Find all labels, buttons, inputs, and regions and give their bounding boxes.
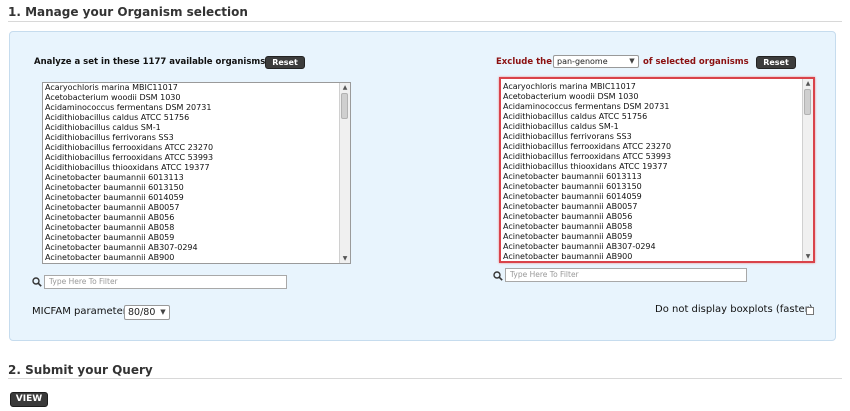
view-button[interactable]: VIEW	[10, 392, 48, 407]
organism-option[interactable]: Acidithiobacillus caldus ATCC 51756	[45, 113, 350, 123]
chevron-down-icon: ▼	[629, 57, 635, 65]
organism-option[interactable]: Acinetobacter baumannii AB0057	[45, 203, 350, 213]
organism-option[interactable]: Acidithiobacillus thiooxidans ATCC 19377	[503, 162, 813, 172]
organism-option[interactable]: Acinetobacter baumannii AB059	[45, 233, 350, 243]
exclude-label: Exclude the	[496, 57, 552, 67]
left-reset-button[interactable]: Reset	[265, 56, 305, 69]
micfam-select[interactable]: 80/80 ▼	[124, 305, 170, 320]
organism-option[interactable]: Acinetobacter baumannii 6013113	[45, 173, 350, 183]
organism-option[interactable]: Acinetobacter baumannii AB900	[45, 253, 350, 263]
organism-option[interactable]: Acinetobacter baumannii 6013113	[503, 172, 813, 182]
right-reset-button[interactable]: Reset	[756, 56, 796, 69]
organism-option[interactable]: Acinetobacter baumannii AB058	[503, 222, 813, 232]
organism-option[interactable]: Acetobacterium woodii DSM 1030	[503, 92, 813, 102]
boxplots-label: Do not display boxplots (faster)	[655, 304, 813, 315]
section-title-manage: 1. Manage your Organism selection	[8, 5, 248, 19]
search-icon	[493, 271, 503, 281]
available-organisms-items: Acaryochloris marina MBIC11017 Acetobacte…	[43, 83, 350, 263]
right-filter-input[interactable]: Type Here To Filter	[505, 268, 747, 282]
scroll-thumb[interactable]	[341, 93, 348, 119]
section-divider	[8, 21, 842, 22]
right-list-scrollbar[interactable]: ▲ ▼	[802, 79, 813, 261]
scroll-thumb[interactable]	[804, 89, 811, 115]
organism-option[interactable]: Acidaminococcus fermentans DSM 20731	[45, 103, 350, 113]
organism-option[interactable]: Acinetobacter baumannii 6013150	[45, 183, 350, 193]
excluded-organisms-list[interactable]: Acaryochloris marina MBIC11017 Acetobacte…	[499, 77, 815, 263]
organism-option[interactable]: Acinetobacter baumannii AB307-0294	[503, 242, 813, 252]
organism-option[interactable]: Acidithiobacillus ferrooxidans ATCC 2327…	[503, 142, 813, 152]
organism-option[interactable]: Acinetobacter baumannii AB307-0294	[45, 243, 350, 253]
organism-option[interactable]: Acinetobacter baumannii AB0057	[503, 202, 813, 212]
genome-type-select[interactable]: pan-genome ▼	[553, 55, 639, 68]
scroll-down-icon[interactable]: ▼	[340, 254, 350, 263]
chevron-down-icon: ▼	[160, 308, 166, 316]
analyze-set-label: Analyze a set in these 1177 available or…	[34, 57, 266, 67]
organism-option[interactable]: Acidithiobacillus ferrooxidans ATCC 5399…	[45, 153, 350, 163]
scroll-up-icon[interactable]: ▲	[340, 83, 350, 92]
boxplots-checkbox[interactable]	[806, 307, 814, 315]
organism-option[interactable]: Acinetobacter baumannii 6013150	[503, 182, 813, 192]
micfam-value: 80/80	[128, 307, 156, 318]
organism-option[interactable]: Acinetobacter baumannii 6014059	[503, 192, 813, 202]
organism-option[interactable]: Acinetobacter baumannii AB058	[45, 223, 350, 233]
organism-option[interactable]: Acinetobacter baumannii AB059	[503, 232, 813, 242]
left-filter-input[interactable]: Type Here To Filter	[44, 275, 287, 289]
left-list-scrollbar[interactable]: ▲ ▼	[339, 83, 350, 263]
excluded-organisms-items: Acaryochloris marina MBIC11017 Acetobacte…	[501, 79, 813, 261]
organism-option[interactable]: Acidaminococcus fermentans DSM 20731	[503, 102, 813, 112]
available-organisms-list[interactable]: Acaryochloris marina MBIC11017 Acetobacte…	[42, 82, 351, 264]
organism-option[interactable]: Acaryochloris marina MBIC11017	[503, 82, 813, 92]
selected-organisms-label: of selected organisms	[643, 57, 749, 67]
organism-option[interactable]: Acinetobacter baumannii AB056	[503, 212, 813, 222]
scroll-down-icon[interactable]: ▼	[803, 252, 813, 261]
scroll-up-icon[interactable]: ▲	[803, 79, 813, 88]
organism-option[interactable]: Acetobacterium woodii DSM 1030	[45, 93, 350, 103]
search-icon	[32, 277, 42, 287]
organism-option[interactable]: Acinetobacter baumannii AB056	[45, 213, 350, 223]
organism-option[interactable]: Acidithiobacillus caldus SM-1	[503, 122, 813, 132]
organism-option[interactable]: Acidithiobacillus thiooxidans ATCC 19377	[45, 163, 350, 173]
organism-option[interactable]: Acinetobacter baumannii AB900	[503, 252, 813, 261]
organism-option[interactable]: Acidithiobacillus ferrivorans SS3	[45, 133, 350, 143]
page: 1. Manage your Organism selection Analyz…	[0, 0, 850, 411]
organism-option[interactable]: Acidithiobacillus ferrivorans SS3	[503, 132, 813, 142]
section-title-submit: 2. Submit your Query	[8, 363, 153, 377]
organism-option[interactable]: Acidithiobacillus caldus SM-1	[45, 123, 350, 133]
section-divider	[8, 378, 842, 379]
organism-option[interactable]: Acaryochloris marina MBIC11017	[45, 83, 350, 93]
organism-option[interactable]: Acidithiobacillus ferrooxidans ATCC 2327…	[45, 143, 350, 153]
organism-option[interactable]: Acidithiobacillus caldus ATCC 51756	[503, 112, 813, 122]
organism-option[interactable]: Acidithiobacillus ferrooxidans ATCC 5399…	[503, 152, 813, 162]
genome-type-value: pan-genome	[557, 57, 608, 66]
organism-option[interactable]: Acinetobacter baumannii 6014059	[45, 193, 350, 203]
micfam-label: MICFAM parameter:	[32, 306, 131, 317]
